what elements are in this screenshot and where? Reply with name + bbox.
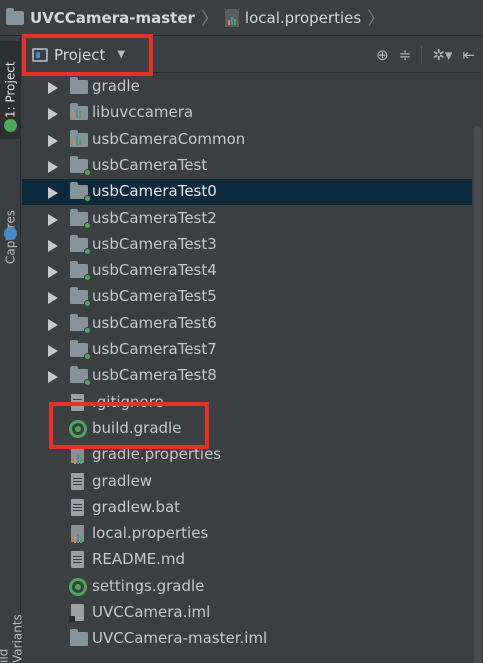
tree-item-label: settings.gradle [92,577,205,595]
breadcrumb-project-label: UVCCamera-master [30,8,195,27]
tree-item-label: local.properties [92,524,209,542]
locate-icon[interactable]: ⊕ [376,46,389,64]
tree-item-label: usbCameraTest0 [92,182,217,200]
text-file-icon [71,499,84,516]
tree-item-label: gradlew.bat [92,498,181,516]
library-module-icon [70,103,88,120]
breadcrumb-separator-icon: 〉 [200,8,219,30]
android-icon [4,119,17,132]
expand-arrow-icon[interactable] [48,108,58,120]
tree-item[interactable]: UVCCamera.iml [22,600,472,626]
android-module-icon [70,235,91,255]
tree-item-label: usbCameraTest5 [92,287,217,305]
module-file-icon [69,604,84,622]
tree-item[interactable]: usbCameraTest6 [22,311,472,337]
tree-item-label: usbCameraTest2 [92,209,217,227]
tree-item[interactable]: gradlew.bat [22,495,472,521]
android-module-icon [70,340,91,360]
ide-window: UVCCamera-master 〉 local.properties 〉 1:… [0,0,483,663]
navigation-bar: UVCCamera-master 〉 local.properties 〉 [0,0,483,36]
tree-item[interactable]: usbCameraTest2 [22,206,472,232]
tree-item[interactable]: local.properties [22,521,472,547]
captures-icon [4,227,17,240]
project-tree: gradle libuvccamera usbCameraCommon usbCame… [22,74,472,663]
expand-arrow-icon[interactable] [48,82,58,94]
expand-arrow-icon[interactable] [48,292,58,304]
tree-item[interactable]: usbCameraTest4 [22,258,472,284]
tree-item[interactable]: gradle [22,74,472,100]
tree-item-label: UVCCamera-master.iml [92,629,268,647]
tree-item-label: usbCameraTest3 [92,235,217,253]
tree-item[interactable]: usbCameraCommon [22,127,472,153]
settings-icon[interactable]: ✲▾ [432,46,452,64]
tree-item-label: usbCameraTest4 [92,261,217,279]
android-module-icon [70,366,91,386]
folder-icon [70,629,88,646]
breadcrumb-project[interactable]: UVCCamera-master [6,7,195,27]
android-module-icon [70,261,91,281]
properties-file-icon [224,8,239,27]
highlight-box-build-gradle [49,402,209,449]
android-module-icon [70,209,91,229]
expand-arrow-icon[interactable] [48,371,58,383]
expand-arrow-icon[interactable] [48,240,58,252]
android-module-icon [70,182,91,202]
tree-item[interactable]: UVCCamera-master.iml [22,626,472,652]
expand-arrow-icon[interactable] [48,319,58,331]
tree-item-label: libuvccamera [92,103,194,121]
project-tool-tab-label: 1: Project [3,61,18,119]
expand-arrow-icon[interactable] [48,135,58,147]
text-file-icon [71,551,84,568]
gradle-icon [69,578,87,596]
folder-icon [70,77,88,94]
build-variants-tool-tab-label: ild Variants [0,614,25,663]
left-tool-strip: 1: Project Captures ild Variants [0,37,25,663]
tree-item[interactable]: usbCameraTest [22,153,472,179]
tree-item-label: usbCameraTest8 [92,366,217,384]
tree-item[interactable]: usbCameraTest5 [22,284,472,310]
android-module-icon [70,156,91,176]
toolbar-divider [421,46,423,64]
panel-toolbar: ⊕ ≑ ✲▾ ⇤ [376,37,475,73]
expand-arrow-icon[interactable] [48,214,58,226]
breadcrumb-file-label: local.properties [244,8,362,27]
tree-item[interactable]: usbCameraTest7 [22,337,472,363]
text-file-icon [71,473,84,490]
highlight-box-project [22,34,153,76]
tree-item-label: gradlew [92,472,153,490]
expand-arrow-icon[interactable] [48,161,58,173]
tree-item-label: gradle [92,77,140,95]
scrollbar-thumb[interactable] [474,126,481,663]
tree-item[interactable]: gradlew [22,469,472,495]
library-module-icon [70,130,88,147]
android-module-icon [70,314,91,334]
tree-item-label: usbCameraTest [92,156,208,174]
breadcrumb-file[interactable]: local.properties [224,8,362,27]
tree-item-label: usbCameraTest7 [92,340,217,358]
tree-item-label: usbCameraCommon [92,130,246,148]
breadcrumb-separator-icon: 〉 [367,8,386,30]
tree-item-label: README.md [92,550,186,568]
tree-item[interactable]: README.md [22,547,472,573]
expand-arrow-icon[interactable] [48,266,58,278]
hide-icon[interactable]: ⇤ [462,46,475,64]
tree-item[interactable]: usbCameraTest3 [22,232,472,258]
android-module-icon [70,287,91,307]
expand-arrow-icon[interactable] [48,345,58,357]
tree-item[interactable]: usbCameraTest0 [22,179,472,205]
expand-arrow-icon[interactable] [48,187,58,199]
tree-scrollbar[interactable] [472,74,483,663]
tree-item[interactable]: usbCameraTest8 [22,363,472,389]
folder-icon [6,7,24,25]
tree-item-label: usbCameraTest6 [92,314,217,332]
build-variants-tool-tab[interactable]: ild Variants [0,597,25,663]
tree-item[interactable]: settings.gradle [22,574,472,600]
tree-item-label: UVCCamera.iml [92,603,211,621]
collapse-icon[interactable]: ≑ [399,46,412,64]
tree-item[interactable]: libuvccamera [22,100,472,126]
